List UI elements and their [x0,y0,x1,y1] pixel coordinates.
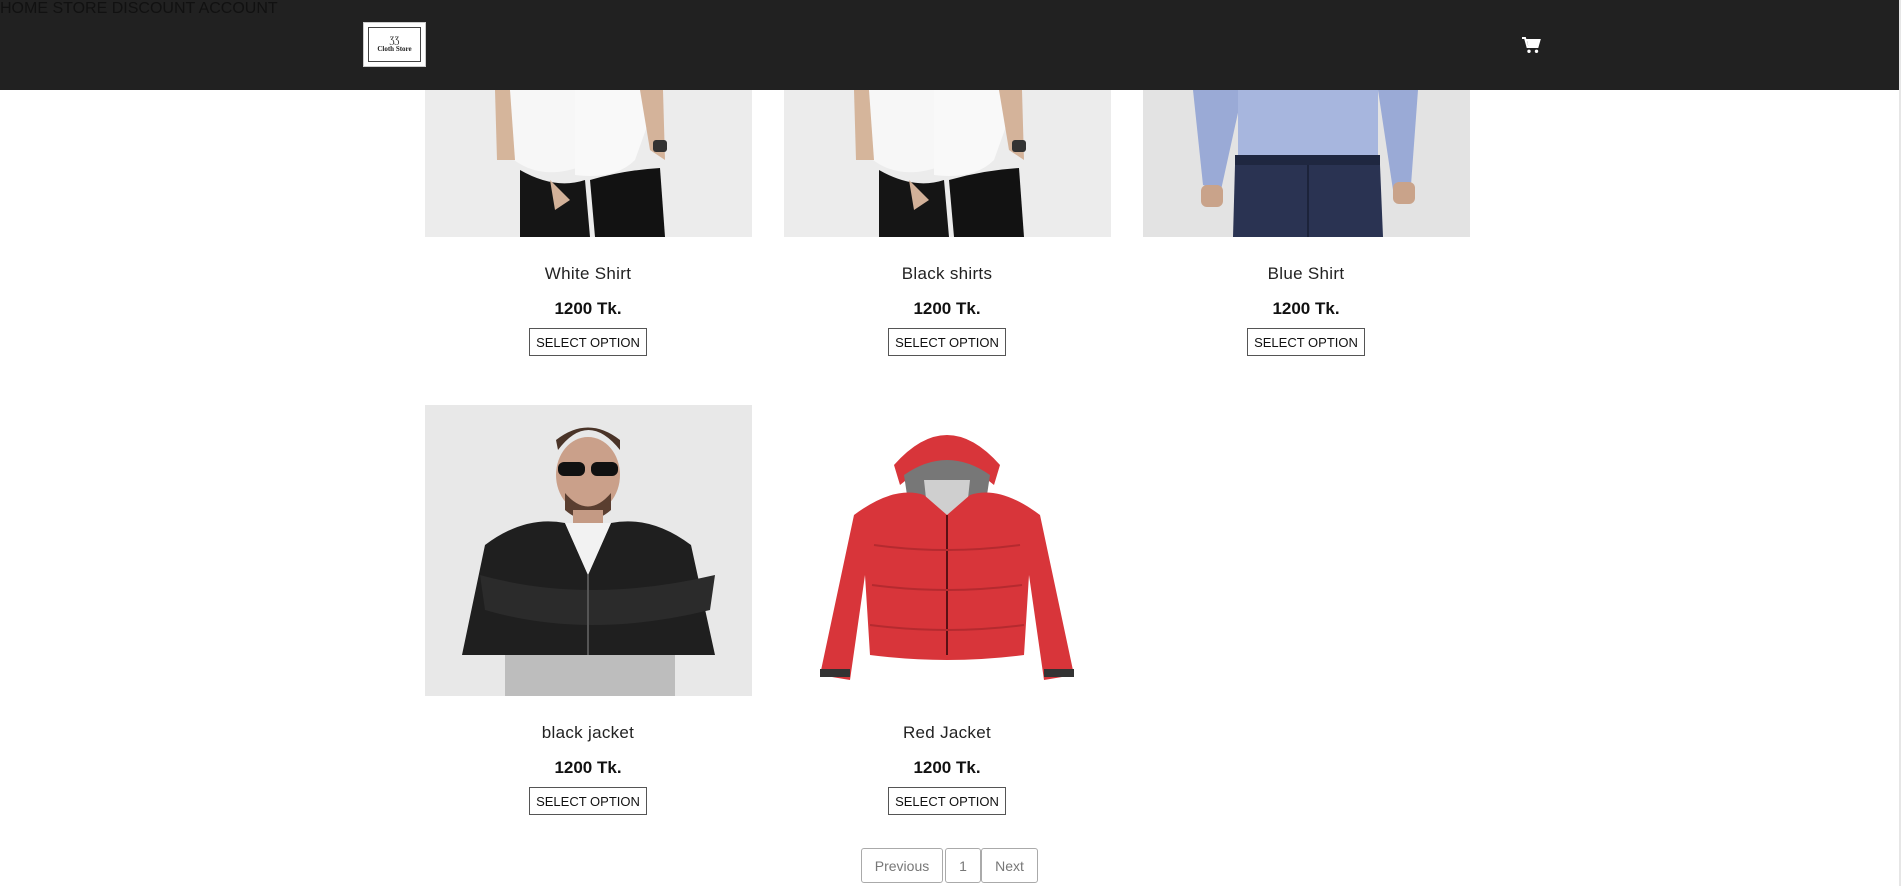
product-price: 1200 Tk. [554,758,622,777]
product-image-blue-shirt[interactable] [1143,90,1470,237]
logo-mark: ƷƷ [389,34,400,45]
product-price: 1200 Tk. [1272,299,1340,318]
select-option-button[interactable]: SELECT OPTION [1247,328,1365,356]
logo-text: Cloth Store [377,44,412,53]
logo-frame: ƷƷ Cloth Store [368,27,421,62]
black-shirts-model-image [784,90,1111,237]
product-name[interactable]: White Shirt [424,264,752,284]
site-header: ƷƷ Cloth Store HOME STORE DISCOUNT ACCOU… [0,0,1901,90]
nav-discount[interactable]: DISCOUNT [112,0,195,17]
select-option-button[interactable]: SELECT OPTION [529,328,647,356]
pagination-previous[interactable]: Previous [861,848,943,883]
product-name[interactable]: Blue Shirt [1142,264,1470,284]
red-puffer-jacket-image [784,405,1111,696]
store-logo[interactable]: ƷƷ Cloth Store [363,22,426,67]
product-image-red-jacket[interactable] [784,405,1111,696]
cart-icon[interactable] [1521,36,1541,54]
pagination-page-1[interactable]: 1 [945,848,981,883]
product-image-white-shirt[interactable] [425,90,752,237]
select-option-button[interactable]: SELECT OPTION [888,328,1006,356]
pagination-next[interactable]: Next [981,848,1038,883]
white-shirt-model-image [425,90,752,237]
nav-home[interactable]: HOME [0,0,48,17]
nav-account[interactable]: ACCOUNT [199,0,278,17]
select-option-button[interactable]: SELECT OPTION [529,787,647,815]
blue-shirt-model-image [1143,90,1470,237]
product-image-black-jacket[interactable] [425,405,752,696]
product-price: 1200 Tk. [913,299,981,318]
nav-store[interactable]: STORE [52,0,107,17]
product-price: 1200 Tk. [913,758,981,777]
product-name[interactable]: Black shirts [783,264,1111,284]
select-option-button[interactable]: SELECT OPTION [888,787,1006,815]
product-name[interactable]: black jacket [424,723,752,743]
product-price: 1200 Tk. [554,299,622,318]
product-name[interactable]: Red Jacket [783,723,1111,743]
product-image-black-shirts[interactable] [784,90,1111,237]
leather-jacket-model-image [425,405,752,696]
